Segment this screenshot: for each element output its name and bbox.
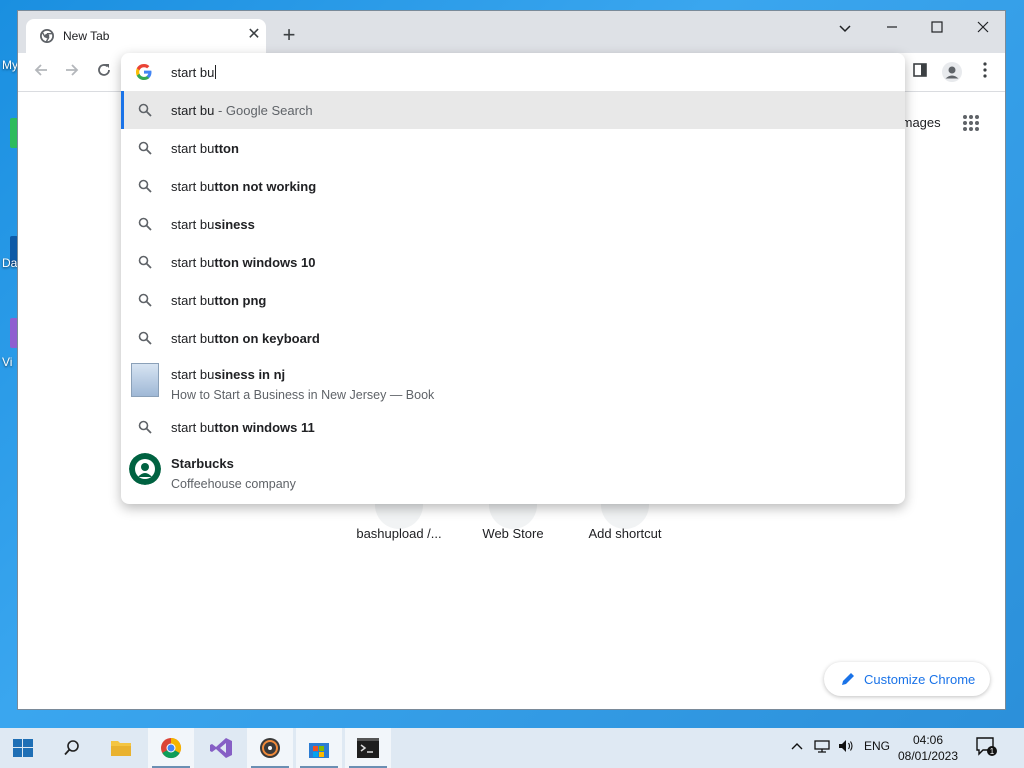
chrome-taskbar-button[interactable] xyxy=(148,728,194,768)
close-tab-icon[interactable]: ✕ xyxy=(244,25,264,45)
search-icon xyxy=(138,293,152,307)
browser-window: New Tab ✕ + Images bashupload /... Web S… xyxy=(17,10,1006,710)
notification-icon: 1 xyxy=(976,737,997,756)
speaker-icon xyxy=(839,740,853,752)
google-icon xyxy=(136,64,152,80)
back-arrow-icon xyxy=(34,64,47,76)
chevron-up-icon xyxy=(791,743,803,750)
shortcut-add[interactable]: Add shortcut xyxy=(575,526,675,541)
avatar-icon xyxy=(942,62,962,82)
suggestion-text: start button windows 10 xyxy=(171,255,316,270)
start-button[interactable] xyxy=(0,728,46,768)
suggestion-text: start button not working xyxy=(171,179,317,194)
address-bar[interactable]: start bu xyxy=(121,53,905,91)
menu-button[interactable] xyxy=(974,62,996,84)
search-icon xyxy=(138,420,152,434)
desktop-icon-label[interactable]: Da xyxy=(2,256,17,270)
input-language[interactable]: ENG xyxy=(864,739,890,753)
network-button[interactable] xyxy=(814,739,830,756)
search-icon xyxy=(138,179,152,193)
suggestion-text: start business in nj xyxy=(171,367,286,382)
suggestion-text: start button on keyboard xyxy=(171,331,320,346)
search-icon xyxy=(138,217,152,231)
shortcut-bashupload[interactable]: bashupload /... xyxy=(349,526,449,541)
tab-new-tab[interactable]: New Tab ✕ xyxy=(26,19,266,53)
omnibox-suggestion[interactable]: start button png xyxy=(121,281,905,319)
book-thumbnail-icon xyxy=(131,363,159,397)
omnibox-suggestion[interactable]: start bu - Google Search xyxy=(121,91,905,129)
notification-center-button[interactable]: 1 xyxy=(976,737,998,760)
network-icon xyxy=(814,740,830,753)
visual-studio-button[interactable] xyxy=(198,728,244,768)
maximize-button[interactable] xyxy=(922,19,952,39)
suggestion-text: start button xyxy=(171,141,239,156)
minimize-button[interactable] xyxy=(877,19,907,39)
tab-title: New Tab xyxy=(63,29,110,43)
visual-studio-icon xyxy=(210,738,232,758)
new-tab-button[interactable]: + xyxy=(278,24,300,47)
clock-time: 04:06 xyxy=(912,733,944,747)
suggestion-text: start button windows 11 xyxy=(171,420,315,435)
search-icon xyxy=(138,255,152,269)
close-window-button[interactable] xyxy=(968,19,998,39)
omnibox-suggestion[interactable]: start business in nj How to Start a Busin… xyxy=(121,357,905,407)
clock-date: 08/01/2023 xyxy=(897,749,959,763)
customize-chrome-label: Customize Chrome xyxy=(864,672,976,687)
terminal-icon xyxy=(357,738,379,758)
omnibox-suggestion[interactable]: start button xyxy=(121,129,905,167)
media-disc-icon xyxy=(260,738,280,758)
omnibox-suggestion[interactable]: start button windows 11 xyxy=(121,408,905,446)
suggestion-subtitle: Coffeehouse company xyxy=(171,477,296,491)
side-panel-icon xyxy=(913,63,927,77)
omnibox-dropdown: start bu start bu - Google Search start b… xyxy=(121,53,905,504)
apps-grid-icon[interactable] xyxy=(962,114,980,132)
store-bag-icon xyxy=(309,743,329,758)
volume-button[interactable] xyxy=(838,739,854,756)
starbucks-logo-icon xyxy=(129,453,161,485)
omnibox-suggestion[interactable]: start business xyxy=(121,205,905,243)
chrome-icon xyxy=(40,29,54,43)
tab-search-chevron-icon[interactable] xyxy=(830,19,860,39)
search-icon xyxy=(64,740,79,756)
clock[interactable]: 04:06 08/01/2023 xyxy=(893,732,963,764)
search-button[interactable] xyxy=(49,728,95,768)
omnibox-suggestion[interactable]: start button windows 10 xyxy=(121,243,905,281)
store-button[interactable] xyxy=(296,728,342,768)
omnibox-suggestion[interactable]: start button not working xyxy=(121,167,905,205)
taskbar: ENG 04:06 08/01/2023 1 xyxy=(0,728,1024,768)
search-icon xyxy=(138,141,152,155)
desktop-icon-label[interactable]: My xyxy=(2,58,18,72)
profile-button[interactable] xyxy=(941,62,963,84)
file-explorer-button[interactable] xyxy=(98,728,144,768)
search-icon xyxy=(138,331,152,345)
back-button[interactable] xyxy=(30,62,52,84)
suggestion-text: start button png xyxy=(171,293,267,308)
omnibox-suggestion[interactable]: start button on keyboard xyxy=(121,319,905,357)
forward-arrow-icon xyxy=(66,64,79,76)
terminal-button[interactable] xyxy=(345,728,391,768)
suggestion-text: start bu - Google Search xyxy=(171,103,313,118)
folder-icon xyxy=(111,741,131,756)
forward-button[interactable] xyxy=(61,62,83,84)
media-player-button[interactable] xyxy=(247,728,293,768)
suggestion-text: start business xyxy=(171,217,255,232)
address-bar-input[interactable]: start bu xyxy=(171,65,217,80)
chrome-icon xyxy=(161,737,182,759)
reload-button[interactable] xyxy=(93,62,115,84)
search-icon xyxy=(138,103,152,117)
reload-icon xyxy=(98,64,110,76)
pencil-icon xyxy=(842,673,854,685)
show-hidden-icons-button[interactable] xyxy=(791,739,803,753)
suggestion-subtitle: How to Start a Business in New Jersey — … xyxy=(171,388,435,402)
omnibox-suggestion[interactable]: Starbucks Coffeehouse company xyxy=(121,446,905,496)
customize-chrome-button[interactable]: Customize Chrome xyxy=(824,662,990,696)
title-bar: New Tab ✕ + xyxy=(18,11,1005,53)
shortcut-web-store[interactable]: Web Store xyxy=(463,526,563,541)
kebab-menu-icon xyxy=(983,62,987,78)
desktop-icon-label[interactable]: Vi xyxy=(2,355,12,369)
suggestion-text: Starbucks xyxy=(171,456,234,471)
side-panel-button[interactable] xyxy=(909,62,931,84)
notification-count: 1 xyxy=(990,747,995,756)
windows-logo-icon xyxy=(13,739,33,757)
